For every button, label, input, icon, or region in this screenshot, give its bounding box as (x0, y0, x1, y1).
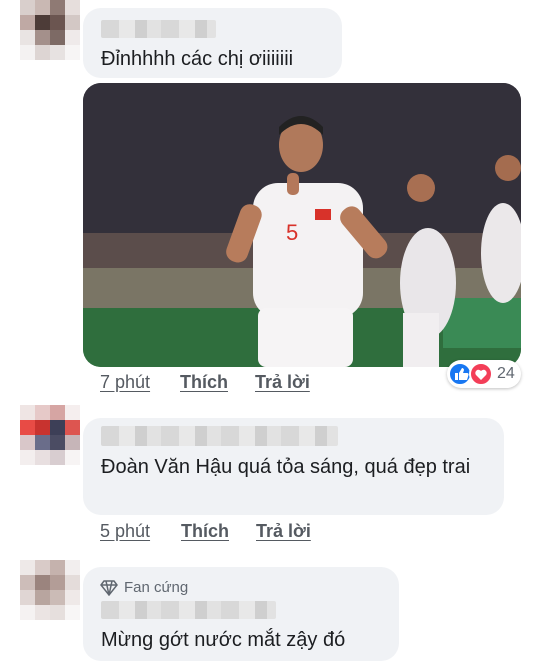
commenter-name[interactable] (101, 20, 216, 38)
reply-button[interactable]: Trả lời (256, 521, 311, 542)
like-button[interactable]: Thích (181, 521, 229, 542)
commenter-name[interactable] (101, 426, 338, 446)
comment-bubble: Đoàn Văn Hậu quá tỏa sáng, quá đẹp trai (83, 418, 504, 515)
comment-text: Đoàn Văn Hậu quá tỏa sáng, quá đẹp trai (101, 456, 471, 478)
avatar[interactable] (20, 560, 80, 620)
photo-scene: 5 (83, 83, 521, 367)
reply-button[interactable]: Trả lời (255, 372, 310, 393)
like-button[interactable]: Thích (180, 372, 228, 393)
commenter-name[interactable] (101, 601, 276, 619)
reaction-summary[interactable]: 24 (447, 360, 521, 388)
comment-photo[interactable]: 5 (83, 83, 521, 367)
avatar[interactable] (20, 0, 80, 60)
comment-text: Mừng gớt nước mắt zậy đó (101, 629, 346, 651)
fan-badge[interactable]: Fan cứng (124, 579, 188, 596)
comment-text: Đỉnhhhh các chị ơiiiiiii (101, 48, 294, 70)
avatar[interactable] (20, 405, 80, 465)
comment-bubble: Đỉnhhhh các chị ơiiiiiii (83, 8, 342, 78)
comment-bubble: Fan cứng Mừng gớt nước mắt zậy đó (83, 567, 399, 661)
comment-time[interactable]: 7 phút (100, 372, 150, 393)
diamond-icon (100, 580, 118, 596)
jersey-number: 5 (286, 220, 298, 245)
reaction-count: 24 (497, 365, 515, 382)
comment-time[interactable]: 5 phút (100, 521, 150, 542)
